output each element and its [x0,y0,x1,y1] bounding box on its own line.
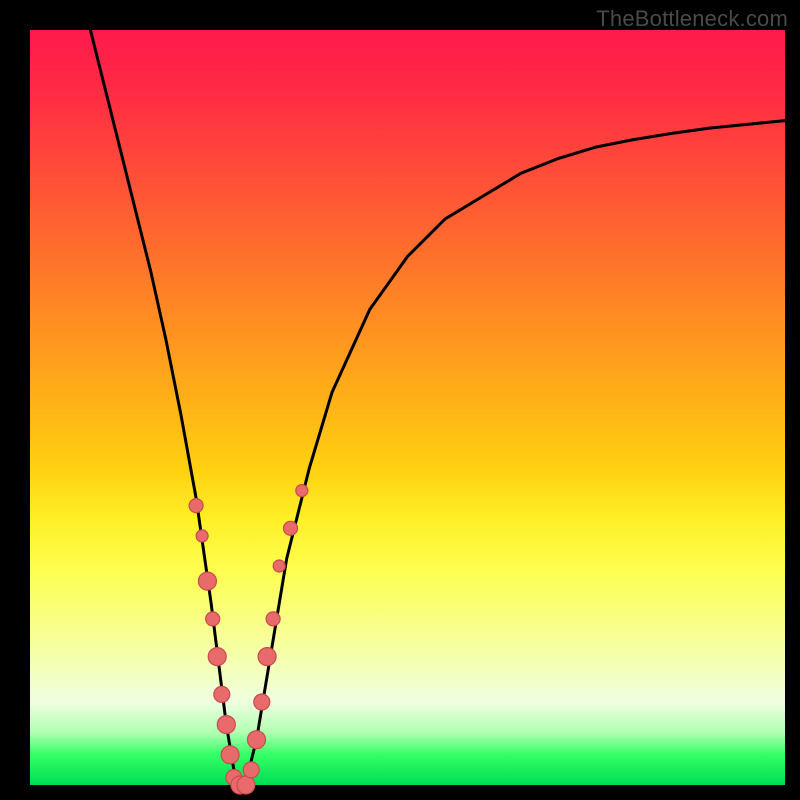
data-point [217,716,235,734]
data-point [248,731,266,749]
plot-area [30,30,785,785]
data-point [221,746,239,764]
data-point [196,530,208,542]
data-point [198,572,216,590]
watermark-text: TheBottleneck.com [596,6,788,32]
data-point [266,612,280,626]
bottleneck-curve [90,30,785,785]
data-point-dots [189,485,308,794]
data-point [254,694,270,710]
data-point [189,499,203,513]
data-point [237,776,255,794]
chart-frame: TheBottleneck.com [0,0,800,800]
data-point [284,521,298,535]
data-point [273,560,285,572]
data-point [243,762,259,778]
data-point [208,648,226,666]
curve-layer [30,30,785,785]
data-point [206,612,220,626]
data-point [214,686,230,702]
data-point [258,648,276,666]
data-point [296,485,308,497]
